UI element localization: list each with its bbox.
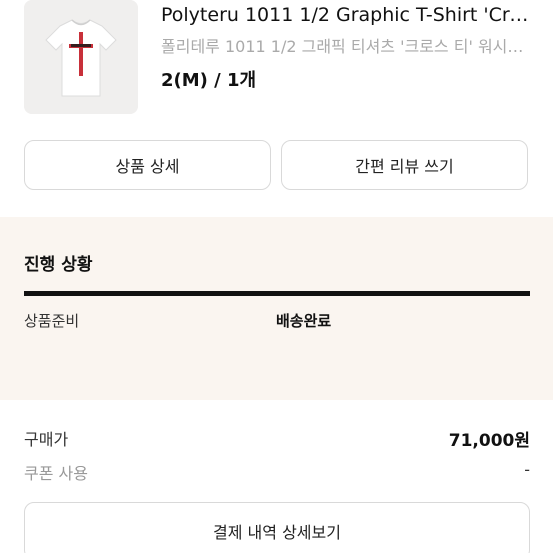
progress-title: 진행 상황 [24,255,93,275]
product-thumbnail[interactable] [24,0,138,114]
purchase-price-value: 71,000원 [448,431,530,451]
quick-review-button[interactable]: 간편 리뷰 쓰기 [281,140,528,190]
product-name-korean: 폴리테루 1011 1/2 그래픽 티셔츠 '크로스 티' 워시드 화이트 [161,37,531,56]
product-name[interactable]: Polyteru 1011 1/2 Graphic T-Shirt 'Cross… [161,4,531,26]
coupon-row: 쿠폰 사용 - [24,460,530,484]
product-option: 2(M) / 1개 [161,70,257,91]
product-summary: Polyteru 1011 1/2 Graphic T-Shirt 'Cross… [0,0,553,130]
coupon-value: - [524,460,530,479]
progress-step-preparing: 상품준비 [24,312,80,330]
purchase-price-label: 구매가 [24,430,69,449]
progress-section: 진행 상황 상품준비 배송완료 [0,217,553,400]
coupon-label: 쿠폰 사용 [24,464,88,483]
tshirt-image [24,0,138,114]
product-detail-button[interactable]: 상품 상세 [24,140,271,190]
progress-bar [24,291,530,296]
payment-details-button[interactable]: 결제 내역 상세보기 [24,502,530,553]
purchase-price-row: 구매가 71,000원 [24,426,530,451]
progress-step-delivered: 배송완료 [276,312,332,330]
